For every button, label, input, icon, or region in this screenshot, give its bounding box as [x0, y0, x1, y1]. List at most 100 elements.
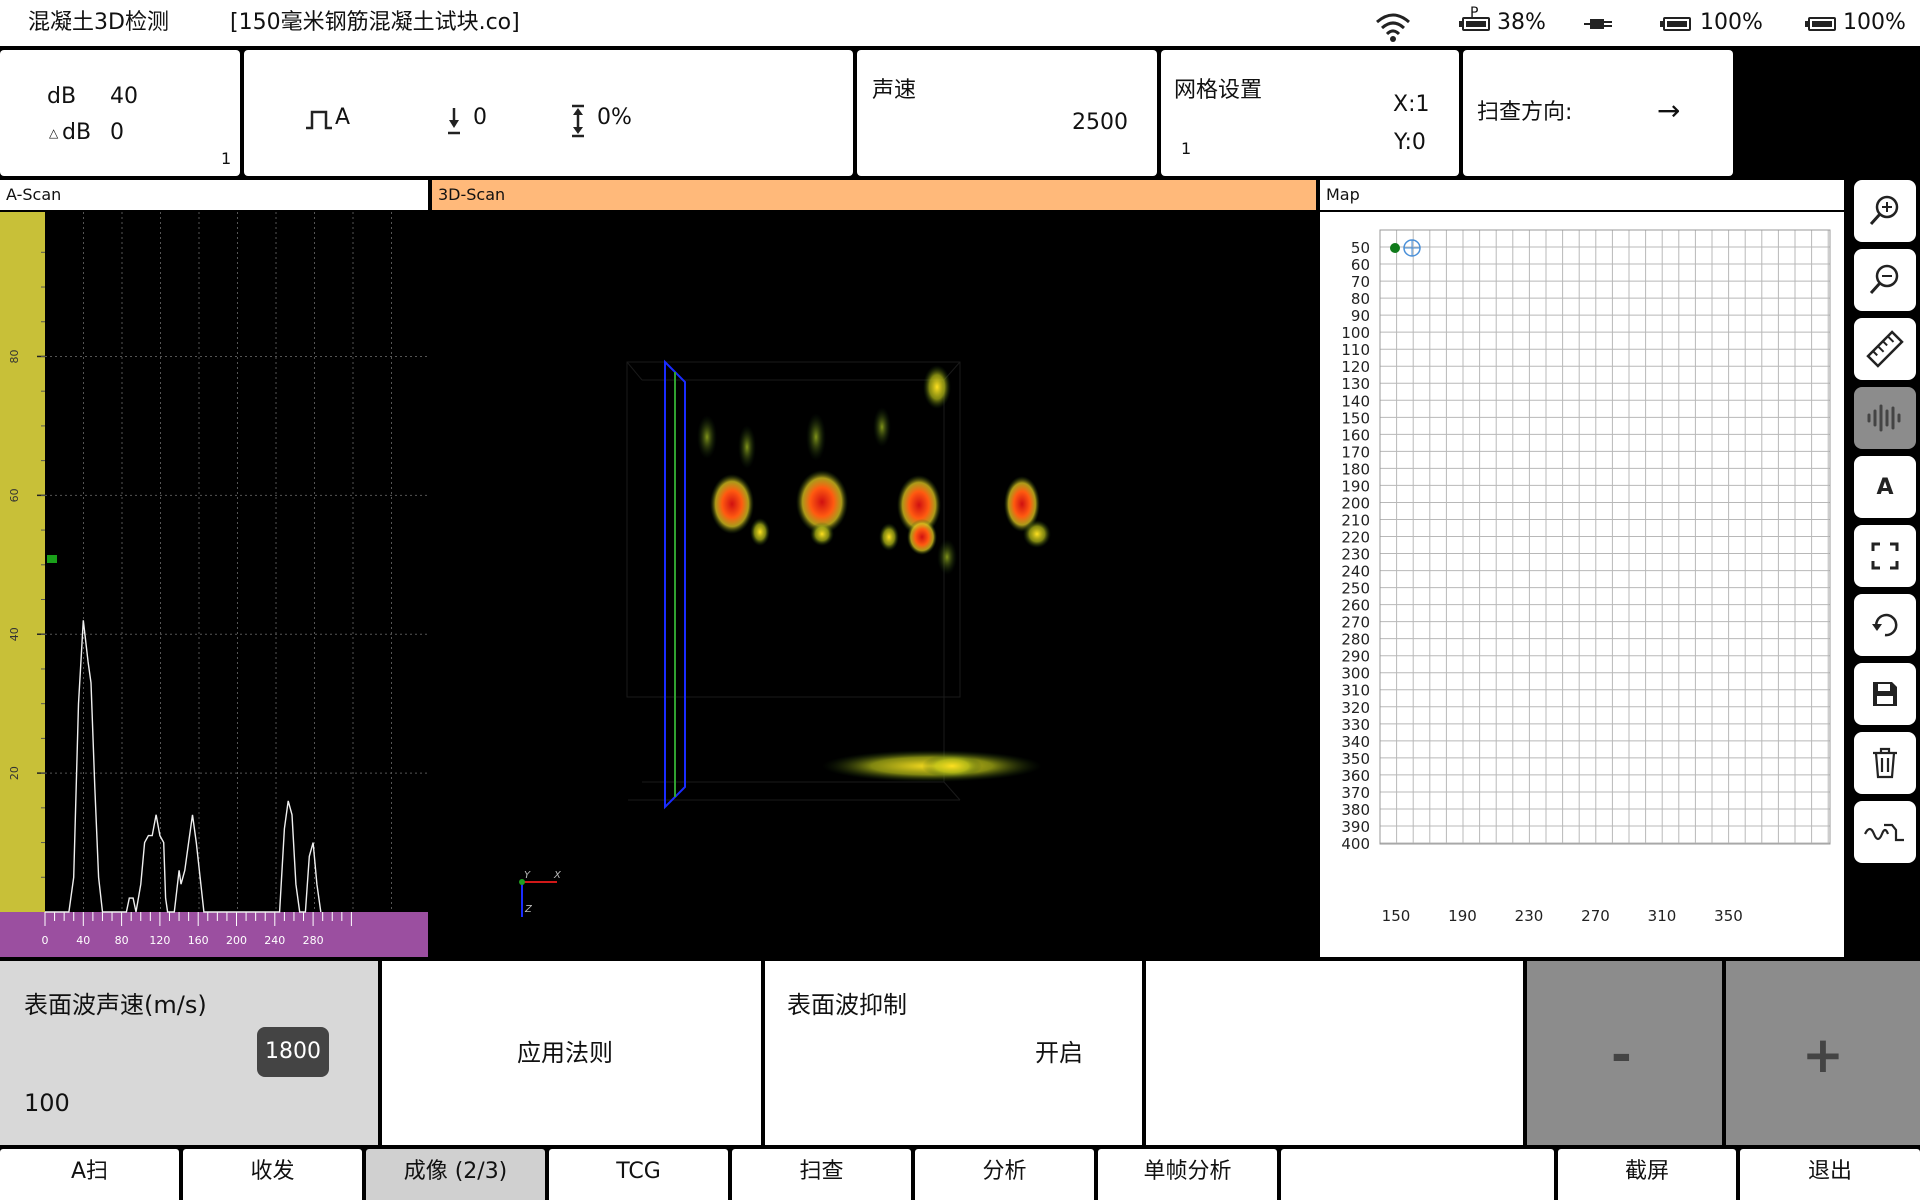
tab-analysis[interactable]: 分析 — [915, 1149, 1094, 1200]
battery-1-icon — [1660, 17, 1691, 31]
save-button[interactable] — [1854, 663, 1916, 725]
axis-y-label: Y — [524, 870, 531, 881]
ascan-y-tick: 20 — [8, 766, 21, 780]
plus-label: + — [1802, 1026, 1844, 1084]
zoom-out-icon — [1869, 264, 1899, 295]
fullscreen-button[interactable] — [1854, 525, 1916, 587]
ascan-x-tick: 280 — [303, 934, 324, 947]
tab-scan[interactable]: 扫查 — [732, 1149, 911, 1200]
scan3d-tab[interactable]: 3D-Scan — [432, 180, 1316, 210]
map-y-label: 180 — [1341, 460, 1370, 478]
save-icon — [1873, 682, 1897, 706]
grid-settings-panel[interactable]: 网格设置 1 X:1 Y:0 — [1161, 50, 1459, 176]
delay-icon — [448, 108, 460, 135]
tab-empty — [1281, 1149, 1554, 1200]
map-y-label: 340 — [1341, 733, 1370, 751]
tab-transceiver[interactable]: 收发 — [183, 1149, 362, 1200]
map-y-label: 320 — [1341, 699, 1370, 717]
tab-exit[interactable]: 退出 — [1740, 1149, 1920, 1200]
text-a-button[interactable]: A — [1854, 456, 1916, 518]
surface-velocity-panel[interactable]: 表面波声速(m/s) 1800 100 — [0, 961, 378, 1145]
ascan-y-tick: 40 — [8, 627, 21, 641]
map-y-label: 210 — [1341, 511, 1370, 529]
ascan-x-tick: 120 — [149, 934, 170, 947]
map-y-label: 170 — [1341, 443, 1370, 461]
signal-button[interactable] — [1854, 801, 1916, 863]
pulse-mode: A — [335, 105, 351, 130]
map-y-label: 270 — [1341, 614, 1370, 632]
map-y-label: 160 — [1341, 426, 1370, 444]
delete-button[interactable] — [1854, 732, 1916, 794]
battery-p-icon — [1459, 17, 1490, 31]
map-y-label: 360 — [1341, 767, 1370, 785]
ascan-x-tick: 200 — [226, 934, 247, 947]
reject-value: 0% — [597, 105, 632, 130]
map-y-label: 350 — [1341, 750, 1370, 768]
pulse-panel[interactable]: A 0 0% — [244, 50, 853, 176]
gate-marker[interactable] — [47, 555, 57, 563]
ddb-label: dB — [62, 120, 92, 145]
velocity-panel[interactable]: 声速 2500 — [857, 50, 1157, 176]
delta-icon: △ — [49, 126, 59, 140]
ascan-view[interactable]: 80 60 40 20 0 40 80 120 160 200 240 280 — [0, 212, 428, 957]
ascan-x-tick: 0 — [42, 934, 49, 947]
waveform-button[interactable] — [1854, 387, 1916, 449]
map-grid[interactable]: 5060708090100110120130140150160170180190… — [1320, 212, 1844, 957]
status-bar: 混凝土3D检测 [150毫米钢筋混凝土试块.co] P 38% 100% 100… — [0, 0, 1920, 46]
ascan-tab[interactable]: A-Scan — [0, 180, 428, 210]
map-y-label: 60 — [1351, 256, 1370, 274]
ascan-amplitude-ruler — [0, 212, 45, 912]
map-y-label: 190 — [1341, 477, 1370, 495]
battery-p-level: 38% — [1497, 10, 1546, 35]
map-y-label: 230 — [1341, 546, 1370, 564]
surface-suppression-panel[interactable]: 表面波抑制 开启 — [765, 961, 1142, 1145]
map-y-label: 260 — [1341, 597, 1370, 615]
map-x-label: 230 — [1515, 907, 1544, 925]
grid-index: 1 — [1181, 139, 1192, 158]
map-view[interactable]: 50 60 70 80 90 100 110 120 130 140 150 160 170 180 190… — [1320, 212, 1844, 957]
map-y-label: 300 — [1341, 665, 1370, 683]
tab-screenshot[interactable]: 截屏 — [1558, 1149, 1736, 1200]
reject-icon — [572, 104, 584, 138]
map-y-label: 370 — [1341, 784, 1370, 802]
map-y-label: 100 — [1341, 324, 1370, 342]
battery-1-level: 100% — [1700, 10, 1763, 35]
waveform-icon — [1867, 404, 1901, 432]
map-y-label: 200 — [1341, 494, 1370, 512]
ruler-button[interactable] — [1854, 318, 1916, 380]
map-x-label: 270 — [1581, 907, 1610, 925]
minus-button[interactable]: - — [1527, 961, 1722, 1145]
map-y-label: 150 — [1341, 409, 1370, 427]
apply-rule-button[interactable]: 应用法则 — [382, 961, 761, 1145]
tab-ascan[interactable]: A扫 — [0, 1149, 179, 1200]
map-y-label: 310 — [1341, 682, 1370, 700]
ascan-plot[interactable]: 806040200 40 80 120 160 200 240 280 — [0, 212, 428, 957]
undo-button[interactable] — [1854, 594, 1916, 656]
map-y-label: 240 — [1341, 563, 1370, 581]
empty-param-panel — [1146, 961, 1523, 1145]
map-y-label: 90 — [1351, 307, 1370, 325]
map-x-label: 350 — [1714, 907, 1743, 925]
map-y-label: 220 — [1341, 528, 1370, 546]
map-y-label: 50 — [1351, 239, 1370, 257]
apply-rule-label: 应用法则 — [517, 1039, 613, 1067]
zoom-in-button[interactable] — [1854, 180, 1916, 242]
ascan-x-tick: 160 — [188, 934, 209, 947]
plus-button[interactable]: + — [1726, 961, 1920, 1145]
ascan-x-tick: 40 — [76, 934, 90, 947]
tab-tcg[interactable]: TCG — [549, 1149, 728, 1200]
map-tab[interactable]: Map — [1320, 180, 1844, 210]
gain-panel[interactable]: dB 40 △ dB 0 1 — [0, 50, 240, 176]
scan3d-view[interactable]: X Y Z — [432, 212, 1316, 957]
map-x-label: 310 — [1648, 907, 1677, 925]
scan-direction-panel[interactable]: 扫查方向: → — [1463, 50, 1733, 176]
scan3d-render[interactable]: X Y Z — [432, 212, 1316, 957]
surface-velocity-value[interactable]: 1800 — [257, 1027, 329, 1077]
map-y-label: 250 — [1341, 580, 1370, 598]
tab-imaging[interactable]: 成像 (2/3) — [366, 1149, 545, 1200]
map-y-label: 390 — [1341, 818, 1370, 836]
map-y-label: 80 — [1351, 290, 1370, 308]
zoom-out-button[interactable] — [1854, 249, 1916, 311]
app-title: 混凝土3D检测 — [28, 10, 169, 35]
tab-frame-analysis[interactable]: 单帧分析 — [1098, 1149, 1277, 1200]
